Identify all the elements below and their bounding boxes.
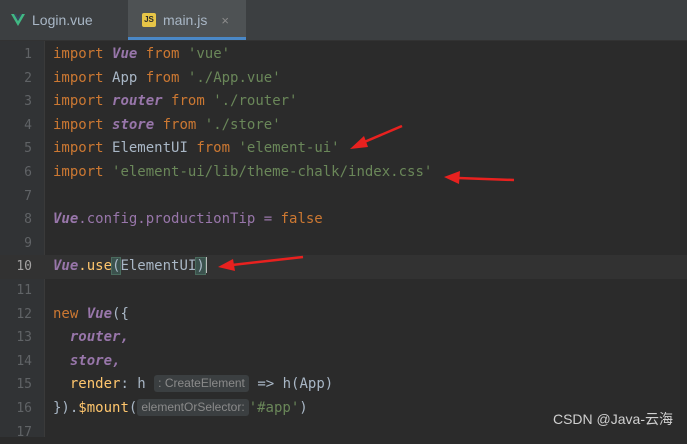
vue-logo-icon [11, 14, 25, 26]
punctuation: ) [299, 400, 308, 416]
method-name: render [69, 376, 121, 393]
line-number: 12 [16, 306, 32, 322]
keyword: from [162, 116, 197, 133]
current-code-line: 10 Vue.use(ElementUI) [0, 255, 687, 279]
code-line: 7 [0, 185, 687, 209]
tab-label: Login.vue [32, 12, 93, 28]
line-number: 4 [24, 117, 32, 133]
code-line: 14 store, [0, 350, 687, 374]
punctuation: ( [128, 400, 138, 416]
code-editor[interactable]: 1 import Vue from 'vue' 2 import App fro… [0, 41, 687, 440]
keyword: import [53, 164, 104, 180]
identifier: router [112, 93, 163, 110]
active-tab-indicator [128, 37, 246, 40]
identifier: App [112, 69, 138, 86]
identifier: ElementUI [120, 258, 197, 275]
string-literal: 'element-ui/lib/theme-chalk/index.css' [112, 164, 433, 180]
keyword: from [196, 140, 231, 157]
code-line: 4 import store from './store' [0, 114, 687, 138]
identifier: Vue [53, 258, 79, 275]
keyword: from [145, 46, 180, 62]
parameter-hint: elementOrSelector: [137, 399, 249, 416]
code-line: 2 import App from './App.vue' [0, 67, 687, 91]
identifier: Vue [112, 46, 138, 62]
identifier: ElementUI [112, 140, 188, 157]
tab-label: main.js [163, 12, 208, 28]
line-number: 13 [16, 330, 32, 346]
line-number: 8 [24, 212, 32, 228]
line-number: 6 [24, 165, 32, 180]
identifier: Vue [53, 211, 79, 228]
keyword: import [53, 140, 104, 157]
string-literal: '#app' [248, 400, 300, 416]
line-number: 2 [24, 70, 32, 86]
line-number: 10 [16, 259, 32, 275]
keyword: from [171, 93, 205, 110]
keyword: false [280, 211, 323, 228]
text-caret [204, 257, 207, 274]
call-args: (App) [291, 376, 334, 393]
code-line: 13 router, [0, 326, 687, 350]
method-name: $mount [78, 400, 129, 416]
string-literal: './router' [213, 93, 298, 110]
keyword: import [53, 93, 104, 110]
code-line: 6 import 'element-ui/lib/theme-chalk/ind… [0, 161, 687, 185]
keyword: import [53, 46, 104, 62]
line-number: 16 [16, 401, 32, 416]
keyword: import [53, 69, 104, 86]
code-line: 5 import ElementUI from 'element-ui' [0, 137, 687, 161]
identifier: router, [69, 329, 129, 346]
keyword: new [53, 305, 79, 322]
method-name: .use [78, 258, 113, 275]
line-number: 7 [24, 188, 32, 204]
js-file-icon: JS [142, 13, 156, 27]
string-literal: 'vue' [187, 46, 231, 62]
identifier: store [112, 116, 155, 133]
code-line: 8 Vue.config.productionTip = false [0, 208, 687, 232]
string-literal: './App.vue' [187, 69, 281, 86]
code-line: 15 render: h : CreateElement => h(App) [0, 373, 687, 397]
editor-tab-bar: Login.vue JS main.js × [0, 0, 687, 41]
punctuation: : [120, 376, 138, 393]
line-number: 3 [24, 94, 32, 110]
code-line: 11 [0, 279, 687, 303]
line-number: 14 [16, 353, 32, 369]
line-number: 15 [16, 377, 32, 393]
function-call: h [282, 376, 292, 393]
line-number: 5 [24, 141, 32, 157]
line-number: 17 [16, 424, 32, 440]
keyword: import [53, 116, 104, 133]
punctuation: ({ [112, 305, 129, 322]
keyword: from [145, 69, 180, 86]
matched-paren: ) [195, 257, 206, 276]
tab-main-js[interactable]: JS main.js × [128, 0, 246, 40]
identifier: Vue [86, 305, 113, 322]
punctuation: }). [53, 400, 79, 416]
tab-login-vue[interactable]: Login.vue [0, 0, 128, 40]
arrow-operator: => [248, 376, 283, 393]
type-hint: : CreateElement [154, 375, 249, 393]
code-line: 1 import Vue from 'vue' [0, 43, 687, 67]
string-literal: 'element-ui' [238, 140, 340, 157]
property-chain: .config.productionTip = [78, 211, 281, 228]
line-number: 9 [24, 235, 32, 251]
close-icon[interactable]: × [221, 13, 229, 28]
code-line: 9 [0, 232, 687, 256]
code-line: 3 import router from './router' [0, 90, 687, 114]
watermark: CSDN @Java-云海 [552, 411, 673, 427]
line-number: 1 [24, 47, 32, 62]
code-line: 12 new Vue({ [0, 303, 687, 327]
string-literal: './store' [204, 116, 281, 133]
line-number: 11 [16, 283, 32, 298]
identifier: store, [69, 352, 121, 369]
parameter: h [137, 376, 146, 393]
